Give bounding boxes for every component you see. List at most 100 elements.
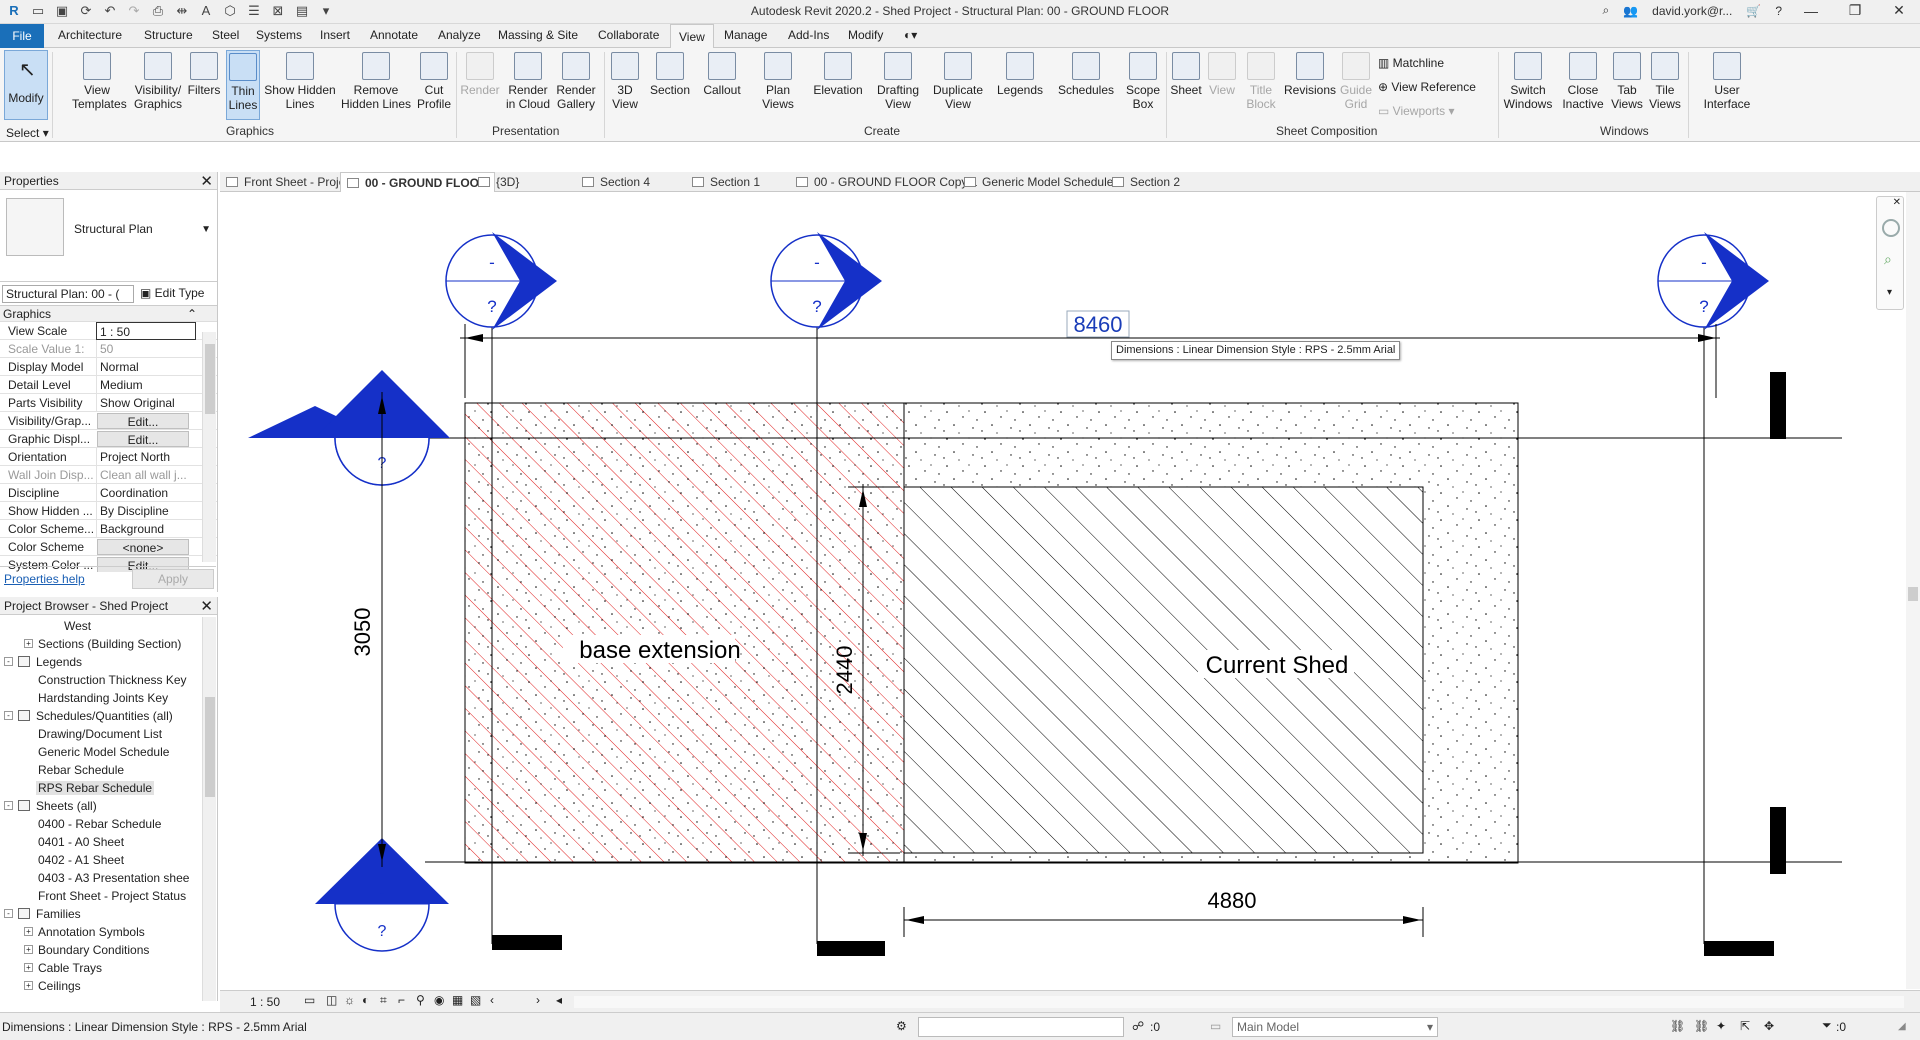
tab-insert[interactable]: Insert: [318, 28, 352, 42]
tab-file[interactable]: File: [0, 24, 44, 48]
select-dropdown[interactable]: Select ▾: [6, 126, 49, 140]
plan-views-button[interactable]: Plan Views: [756, 52, 800, 111]
view-tab[interactable]: Section 4: [582, 175, 650, 189]
3d-view-button[interactable]: 3D View: [606, 52, 644, 111]
property-edit-button[interactable]: Edit...: [97, 431, 189, 447]
render-in-cloud-button[interactable]: Render in Cloud: [504, 52, 552, 111]
scope-box-button[interactable]: Scope Box: [1122, 52, 1164, 111]
resize-grip-icon[interactable]: ◢: [1898, 1021, 1906, 1032]
search-icon[interactable]: ⌕: [1602, 3, 1609, 18]
browser-node[interactable]: 0403 - A3 Presentation shee: [0, 869, 217, 887]
select-by-face-icon[interactable]: ⇱: [1740, 1019, 1750, 1033]
close-icon[interactable]: ✕: [1893, 197, 1901, 208]
scroll-left-icon[interactable]: ‹: [490, 993, 494, 1007]
browser-node[interactable]: 0400 - Rebar Schedule: [0, 815, 217, 833]
tab-manage[interactable]: Manage: [722, 28, 769, 42]
design-option-dropdown[interactable]: Main Model ▾: [1232, 1017, 1438, 1037]
design-options-icon[interactable]: ▭: [1210, 1019, 1221, 1033]
view-scale[interactable]: 1 : 50: [250, 995, 280, 1009]
sheet-button[interactable]: Sheet: [1168, 52, 1204, 97]
browser-node[interactable]: - Families: [0, 905, 217, 923]
scroll-thumb[interactable]: [205, 697, 215, 797]
reveal-hidden-icon[interactable]: ◉: [434, 993, 444, 1007]
matchline-button[interactable]: ▥ Matchline: [1378, 56, 1444, 70]
browser-node[interactable]: + Boundary Conditions: [0, 941, 217, 959]
property-row[interactable]: Visibility/Grap... Edit...: [0, 412, 217, 430]
user-name[interactable]: david.york@r...: [1652, 4, 1732, 18]
tab-steel[interactable]: Steel: [210, 28, 241, 42]
cart-icon[interactable]: 🛒: [1746, 4, 1761, 18]
tile-views-button[interactable]: Tile Views: [1648, 52, 1682, 111]
visibility-graphics-button[interactable]: Visibility/ Graphics: [130, 52, 186, 111]
close-icon[interactable]: ✕: [200, 172, 213, 190]
view-tab[interactable]: Section 1: [692, 175, 760, 189]
tab-architecture[interactable]: Architecture: [56, 28, 124, 42]
tab-massing-site[interactable]: Massing & Site: [496, 28, 580, 42]
view-templates-button[interactable]: View Templates: [72, 52, 127, 111]
property-row[interactable]: View Scale 1 : 50: [0, 322, 217, 340]
browser-node[interactable]: West: [0, 617, 217, 635]
property-value[interactable]: 1 : 50: [96, 322, 196, 340]
browser-node[interactable]: 0401 - A0 Sheet: [0, 833, 217, 851]
view-tab[interactable]: Section 2: [1112, 175, 1180, 189]
properties-scrollbar[interactable]: [202, 332, 216, 562]
browser-node[interactable]: Construction Thickness Key: [0, 671, 217, 689]
dim-text-bottom[interactable]: 4880: [1208, 888, 1257, 913]
legends-button[interactable]: Legends: [994, 52, 1046, 97]
browser-node[interactable]: Rebar Schedule: [0, 761, 217, 779]
collapse-icon[interactable]: -: [4, 657, 13, 666]
property-row[interactable]: Wall Join Disp... Clean all wall j...: [0, 466, 217, 484]
minimize-button[interactable]: —: [1796, 3, 1826, 19]
collapse-icon[interactable]: -: [4, 801, 13, 810]
browser-node[interactable]: Hardstanding Joints Key: [0, 689, 217, 707]
close-inactive-button[interactable]: Close Inactive: [1558, 52, 1608, 111]
close-button[interactable]: ✕: [1884, 2, 1914, 19]
show-hidden-lines-button[interactable]: Show Hidden Lines: [264, 52, 336, 111]
analytical-model-icon[interactable]: ▦: [452, 993, 463, 1007]
property-row[interactable]: Color Scheme... Background: [0, 520, 217, 538]
dim-text-top[interactable]: 8460: [1074, 312, 1123, 337]
switch-windows-button[interactable]: Switch Windows: [1500, 52, 1556, 111]
workset-dropdown[interactable]: [918, 1017, 1124, 1037]
cut-profile-button[interactable]: Cut Profile: [414, 52, 454, 111]
collapse-icon[interactable]: -: [4, 909, 13, 918]
base-extension-label[interactable]: base extension: [579, 637, 740, 664]
browser-node[interactable]: Drawing/Document List: [0, 725, 217, 743]
view-tab[interactable]: {3D}: [478, 175, 519, 189]
property-row[interactable]: Parts Visibility Show Original: [0, 394, 217, 412]
browser-node[interactable]: + Cable Trays: [0, 959, 217, 977]
tab-modify[interactable]: Modify: [846, 28, 885, 42]
graphics-section-header[interactable]: Graphics ⌃: [0, 306, 217, 322]
grid-bubble-3[interactable]: [1657, 232, 1769, 330]
close-icon[interactable]: ✕: [200, 597, 213, 615]
viewports-dropdown[interactable]: ▭ Viewports ▾: [1378, 104, 1455, 118]
chevron-down-icon[interactable]: ▾: [1887, 287, 1892, 298]
property-row[interactable]: Color Scheme <none>: [0, 538, 217, 556]
title-block-button[interactable]: Title Block: [1240, 52, 1282, 111]
select-pinned-icon[interactable]: ✦: [1716, 1019, 1726, 1033]
help-icon[interactable]: ?: [1775, 4, 1782, 18]
current-shed-label[interactable]: Current Shed: [1206, 652, 1349, 679]
property-row[interactable]: Detail Level Medium: [0, 376, 217, 394]
properties-help-link[interactable]: Properties help: [4, 572, 85, 586]
browser-node[interactable]: 0402 - A1 Sheet: [0, 851, 217, 869]
browser-node[interactable]: + Annotation Symbols: [0, 923, 217, 941]
elevation-button[interactable]: Elevation: [810, 52, 866, 97]
collapse-icon[interactable]: -: [4, 711, 13, 720]
schedules-button[interactable]: Schedules: [1054, 52, 1118, 97]
browser-node[interactable]: + Ceilings: [0, 977, 217, 995]
property-row[interactable]: Display Model Normal: [0, 358, 217, 376]
modify-button[interactable]: ↖ Modify: [4, 50, 48, 120]
remove-hidden-lines-button[interactable]: Remove Hidden Lines: [340, 52, 412, 111]
highlight-displacement-icon[interactable]: ▧: [470, 993, 481, 1007]
render-gallery-button[interactable]: Render Gallery: [552, 52, 600, 111]
grid-bubble-2[interactable]: [770, 232, 882, 330]
property-value[interactable]: By Discipline: [96, 502, 196, 520]
view-tab[interactable]: 00 - GROUND FLOOR Copy 1: [796, 175, 977, 189]
browser-node[interactable]: - Sheets (all): [0, 797, 217, 815]
expand-icon[interactable]: +: [24, 639, 33, 648]
property-row[interactable]: Discipline Coordination: [0, 484, 217, 502]
property-value[interactable]: Medium: [96, 376, 196, 394]
steering-wheel-icon[interactable]: [1882, 219, 1900, 237]
browser-scrollbar[interactable]: [202, 617, 216, 1001]
